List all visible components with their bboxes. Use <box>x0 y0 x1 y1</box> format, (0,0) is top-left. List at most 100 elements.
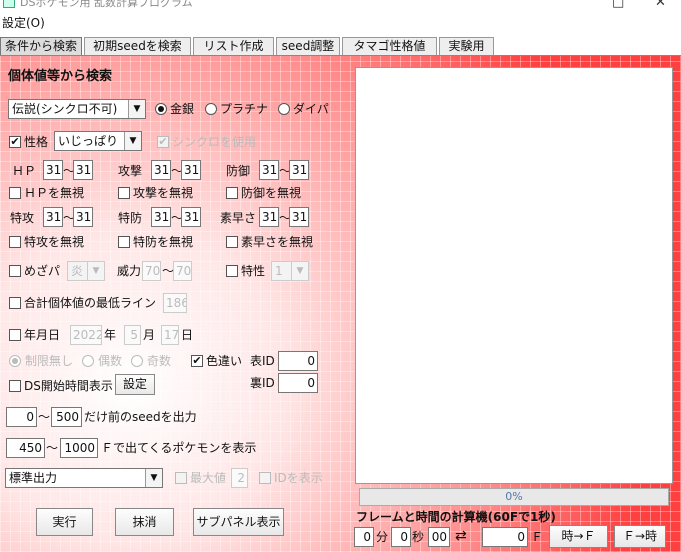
version-pt-label: プラチナ <box>220 102 269 116</box>
ignore-spe-checkbox[interactable] <box>226 236 238 248</box>
month-unit: 月 <box>143 328 156 342</box>
other-checkbox[interactable] <box>259 472 271 484</box>
calc-seconds-input[interactable]: 0 <box>391 527 411 547</box>
ignore-atk-label: 攻撃を無視 <box>133 186 194 200</box>
stat-spa-min[interactable]: 31 <box>43 207 63 227</box>
menu-settings[interactable]: 設定(O) <box>2 16 45 30</box>
max-input[interactable]: 2 <box>231 468 248 488</box>
ds-time-settings-button[interactable]: 設定 <box>115 374 155 395</box>
ignore-spa-label: 特攻を無視 <box>24 235 85 249</box>
time-to-frame-button[interactable]: 時→Ｆ <box>549 525 608 548</box>
stat-def-min[interactable]: 31 <box>259 160 279 180</box>
tab-search-conditions[interactable]: 条件から検索 <box>0 37 82 55</box>
hidden-power-checkbox[interactable] <box>9 265 21 277</box>
sid-input[interactable]: 0 <box>278 373 318 393</box>
chevron-down-icon[interactable]: ▼ <box>291 262 308 280</box>
day-input[interactable]: 17 <box>161 325 179 345</box>
ignore-def-checkbox[interactable] <box>226 187 238 199</box>
stat-atk-min[interactable]: 31 <box>151 160 171 180</box>
ability-label: 特性 <box>241 264 266 278</box>
power-min[interactable]: 70 <box>142 261 161 281</box>
parity-odd-label: 奇数 <box>147 354 172 368</box>
power-max[interactable]: 70 <box>173 261 192 281</box>
radio-parity-odd[interactable] <box>131 355 143 367</box>
ability-checkbox[interactable] <box>226 265 238 277</box>
chevron-down-icon[interactable]: ▼ <box>87 262 104 280</box>
tab-initial-seed[interactable]: 初期seedを検索 <box>84 37 191 55</box>
ignore-spe-label: 素早さを無視 <box>241 235 314 249</box>
section-heading: 個体値等から検索 <box>8 69 113 84</box>
chevron-down-icon[interactable]: ▼ <box>145 469 162 487</box>
stat-def-max[interactable]: 31 <box>289 160 309 180</box>
stat-spa-max[interactable]: 31 <box>73 207 93 227</box>
frame-to-time-button[interactable]: Ｆ→時 <box>614 525 666 548</box>
chevron-down-icon[interactable]: ▼ <box>124 132 141 150</box>
ability-value: 1 <box>275 264 283 278</box>
frame-range-max[interactable]: 1000 <box>60 438 98 458</box>
stat-hp-max[interactable]: 31 <box>73 160 93 180</box>
other-label: IDを表示 <box>274 471 323 485</box>
tid-input[interactable]: 0 <box>278 351 318 371</box>
ds-time-checkbox[interactable] <box>9 380 21 392</box>
tab-list[interactable]: リスト作成 <box>193 37 274 55</box>
tid-label: 表ID <box>250 354 275 368</box>
output-mode-value: 標準出力 <box>9 471 58 485</box>
radio-parity-none[interactable] <box>9 355 21 367</box>
max-checkbox[interactable] <box>175 472 187 484</box>
radio-parity-even[interactable] <box>82 355 94 367</box>
stat-spd-min[interactable]: 31 <box>151 207 171 227</box>
tab-experiment[interactable]: 実験用 <box>439 37 494 55</box>
run-button[interactable]: 実行 <box>36 508 93 536</box>
ignore-spd-checkbox[interactable] <box>118 236 130 248</box>
min-total-input[interactable]: 186 <box>163 293 187 313</box>
seed-range-min[interactable]: 0 <box>6 407 37 427</box>
ds-time-label: DS開始時間表示 <box>24 379 113 393</box>
year-input[interactable]: 2022 <box>70 325 102 345</box>
ignore-spa-checkbox[interactable] <box>9 236 21 248</box>
clear-button[interactable]: 抹消 <box>115 508 174 536</box>
maximize-icon[interactable]: □ <box>612 0 624 10</box>
stat-hp-min[interactable]: 31 <box>43 160 63 180</box>
tab-seed-adjust[interactable]: seed調整 <box>276 37 340 55</box>
hidden-power-type-select[interactable]: 炎 ▼ <box>67 261 105 281</box>
chevron-down-icon[interactable]: ▼ <box>128 100 145 118</box>
frame-range-min[interactable]: 450 <box>6 438 45 458</box>
ability-select[interactable]: 1 ▼ <box>271 261 309 281</box>
seed-range-max[interactable]: 500 <box>51 407 82 427</box>
window-title: DSポケモン用 乱数計算プログラム <box>20 0 193 9</box>
output-mode-select[interactable]: 標準出力 ▼ <box>5 468 163 488</box>
min-total-checkbox[interactable] <box>9 297 21 309</box>
ignore-atk-checkbox[interactable] <box>118 187 130 199</box>
swap-icon: ⇄ <box>455 528 467 544</box>
calc-frames-input[interactable]: 0 <box>482 527 528 547</box>
radio-version-pt[interactable] <box>205 103 217 115</box>
results-output[interactable] <box>355 67 673 484</box>
range-sep: 〜 <box>38 410 51 424</box>
nature-select[interactable]: いじっぱり ▼ <box>54 131 142 151</box>
min-total-label: 合計個体値の最低ライン <box>24 296 157 310</box>
stat-spd-max[interactable]: 31 <box>181 207 201 227</box>
close-icon[interactable]: ✕ <box>655 0 666 10</box>
shiny-checkbox[interactable]: ✔ <box>191 355 203 367</box>
frame-calc-title: フレームと時間の計算機(60Fで1秒) <box>356 510 556 524</box>
app-icon <box>3 0 15 8</box>
title-bar: DSポケモン用 乱数計算プログラム □ ✕ <box>0 0 681 14</box>
pokemon-type-select[interactable]: 伝説(シンクロ不可) ▼ <box>8 99 146 119</box>
ignore-hp-checkbox[interactable] <box>9 187 21 199</box>
radio-version-dp[interactable] <box>278 103 290 115</box>
subpanel-button[interactable]: サブパネル表示 <box>193 508 284 536</box>
stat-label-spa: 特攻 <box>10 211 35 225</box>
progress-bar: 0% <box>359 488 669 506</box>
stat-spe-min[interactable]: 31 <box>259 207 279 227</box>
month-input[interactable]: 5 <box>124 325 141 345</box>
date-checkbox[interactable] <box>9 329 21 341</box>
calc-minutes-input[interactable]: 0 <box>354 527 374 547</box>
radio-version-gs[interactable] <box>155 103 167 115</box>
nature-checkbox[interactable]: ✔ <box>9 136 21 148</box>
progress-text: 0% <box>505 490 523 503</box>
tab-egg-pid[interactable]: タマゴ性格値 <box>342 37 437 55</box>
stat-spe-max[interactable]: 31 <box>289 207 309 227</box>
synchro-checkbox[interactable]: ✔ <box>157 136 169 148</box>
calc-centis-input[interactable]: 00 <box>428 527 450 547</box>
stat-atk-max[interactable]: 31 <box>181 160 201 180</box>
